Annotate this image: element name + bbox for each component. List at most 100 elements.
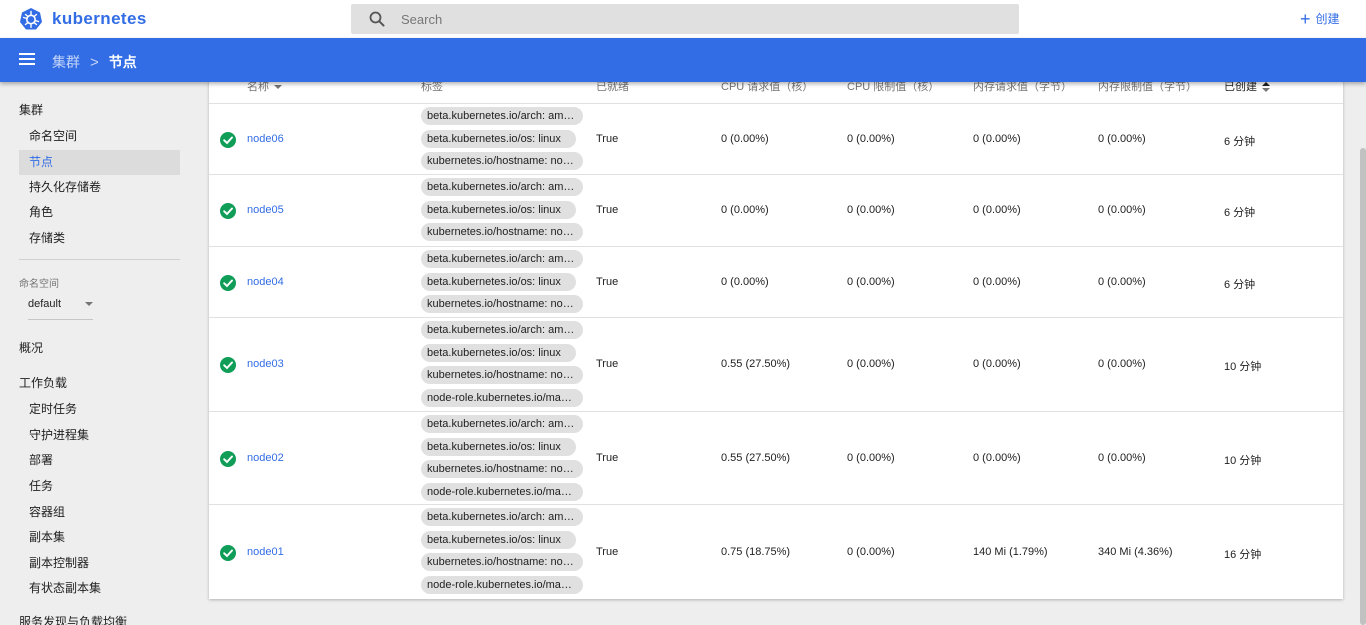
label-chip: beta.kubernetes.io/arch: amd64 xyxy=(421,178,583,196)
check-circle-icon xyxy=(220,545,236,561)
node-name-link[interactable]: node01 xyxy=(247,546,284,558)
cell-created: 10 分钟 xyxy=(1224,455,1262,467)
create-label: 创建 xyxy=(1315,12,1340,26)
cell-mem-limits: 340 Mi (4.36%) xyxy=(1098,546,1173,558)
cell-mem-limits: 0 (0.00%) xyxy=(1098,204,1146,216)
search-input[interactable] xyxy=(401,4,1001,34)
node-name-link[interactable]: node04 xyxy=(247,276,284,288)
label-chip: kubernetes.io/hostname: node02 xyxy=(421,460,583,478)
table-row: node06 beta.kubernetes.io/arch: amd64 beta… xyxy=(209,103,1343,174)
sidebar-item-jobs[interactable]: 任务 xyxy=(19,474,180,499)
cell-mem-limits: 0 (0.00%) xyxy=(1098,276,1146,288)
sidebar-divider xyxy=(19,259,180,260)
chevron-down-icon xyxy=(85,302,93,306)
node-labels: beta.kubernetes.io/arch: amd64 beta.kuber… xyxy=(421,107,583,175)
search-icon xyxy=(369,11,385,27)
cell-ready: True xyxy=(596,133,619,145)
sidebar-item-persistent-volumes[interactable]: 持久化存储卷 xyxy=(19,175,180,200)
cell-cpu-requests: 0.75 (18.75%) xyxy=(721,546,791,558)
sidebar-item-overview[interactable]: 概况 xyxy=(19,339,43,356)
sidebar-item-roles[interactable]: 角色 xyxy=(19,200,180,225)
cell-ready: True xyxy=(596,358,619,370)
namespace-select[interactable]: default xyxy=(28,298,93,320)
node-name-link[interactable]: node05 xyxy=(247,204,284,216)
cell-mem-limits: 0 (0.00%) xyxy=(1098,452,1146,464)
table-row: node01 beta.kubernetes.io/arch: amd64 beta… xyxy=(209,504,1343,599)
cell-cpu-limits: 0 (0.00%) xyxy=(847,276,895,288)
label-chip: node-role.kubernetes.io/master xyxy=(421,575,583,594)
cell-ready: True xyxy=(596,452,619,464)
create-button[interactable]: + 创建 xyxy=(1300,8,1340,29)
cell-ready: True xyxy=(596,546,619,558)
sidebar-item-daemonsets[interactable]: 守护进程集 xyxy=(19,423,180,448)
sidebar-section-discovery[interactable]: 服务发现与负载均衡 xyxy=(19,613,127,625)
sidebar-section-workloads[interactable]: 工作负载 xyxy=(19,374,67,391)
node-labels: beta.kubernetes.io/arch: amd64 beta.kuber… xyxy=(421,508,583,598)
sidebar-item-namespaces[interactable]: 命名空间 xyxy=(19,124,180,149)
breadcrumb-separator: > xyxy=(90,53,99,71)
node-labels: beta.kubernetes.io/arch: amd64 beta.kuber… xyxy=(421,321,583,411)
cell-mem-requests: 0 (0.00%) xyxy=(973,452,1021,464)
table-row: node04 beta.kubernetes.io/arch: amd64 beta… xyxy=(209,246,1343,317)
cell-mem-requests: 140 Mi (1.79%) xyxy=(973,546,1048,558)
cell-created: 16 分钟 xyxy=(1224,549,1262,561)
node-name-link[interactable]: node03 xyxy=(247,358,284,370)
check-circle-icon xyxy=(220,203,236,219)
label-chip: beta.kubernetes.io/os: linux xyxy=(421,437,576,456)
cell-cpu-limits: 0 (0.00%) xyxy=(847,358,895,370)
cell-cpu-requests: 0.55 (27.50%) xyxy=(721,452,791,464)
sidebar-item-replication-controllers[interactable]: 副本控制器 xyxy=(19,551,180,576)
sidebar-item-replicasets[interactable]: 副本集 xyxy=(19,525,180,550)
label-chip: beta.kubernetes.io/os: linux xyxy=(421,272,576,291)
label-chip: beta.kubernetes.io/os: linux xyxy=(421,200,576,219)
table-row: node05 beta.kubernetes.io/arch: amd64 beta… xyxy=(209,174,1343,246)
sort-icon xyxy=(1262,82,1270,93)
table-row: node03 beta.kubernetes.io/arch: amd64 beta… xyxy=(209,317,1343,411)
cell-cpu-limits: 0 (0.00%) xyxy=(847,452,895,464)
sidebar-item-pods[interactable]: 容器组 xyxy=(19,500,180,525)
cell-cpu-limits: 0 (0.00%) xyxy=(847,133,895,145)
label-chip: kubernetes.io/hostname: node03 xyxy=(421,366,583,384)
label-chip: node-role.kubernetes.io/master xyxy=(421,388,583,407)
kubernetes-helm-icon xyxy=(20,8,42,30)
sidebar-item-cronjobs[interactable]: 定时任务 xyxy=(19,397,180,422)
namespace-value: default xyxy=(28,298,62,310)
label-chip: kubernetes.io/hostname: node04 xyxy=(421,295,583,313)
label-chip: kubernetes.io/hostname: node01 xyxy=(421,553,583,571)
cell-mem-limits: 0 (0.00%) xyxy=(1098,358,1146,370)
plus-icon: + xyxy=(1300,8,1311,29)
node-labels: beta.kubernetes.io/arch: amd64 beta.kuber… xyxy=(421,178,583,246)
label-chip: beta.kubernetes.io/os: linux xyxy=(421,129,576,148)
namespace-label: 命名空间 xyxy=(19,279,59,290)
app-toolbar: 集群 > 节点 xyxy=(0,38,1366,82)
table-row: node02 beta.kubernetes.io/arch: amd64 beta… xyxy=(209,411,1343,504)
sidebar-item-deployments[interactable]: 部署 xyxy=(19,448,180,473)
cell-ready: True xyxy=(596,204,619,216)
sidebar-section-cluster[interactable]: 集群 xyxy=(19,101,43,118)
node-name-link[interactable]: node02 xyxy=(247,452,284,464)
breadcrumb-parent[interactable]: 集群 xyxy=(52,52,80,72)
label-chip: beta.kubernetes.io/os: linux xyxy=(421,343,576,362)
check-circle-icon xyxy=(220,132,236,148)
scrollbar[interactable] xyxy=(1360,148,1366,625)
label-chip: kubernetes.io/hostname: node05 xyxy=(421,223,583,241)
sidebar-item-statefulsets[interactable]: 有状态副本集 xyxy=(19,576,180,601)
cell-created: 6 分钟 xyxy=(1224,207,1256,219)
cell-mem-requests: 0 (0.00%) xyxy=(973,133,1021,145)
breadcrumb: 集群 > 节点 xyxy=(52,52,137,72)
header-name-label: 名称 xyxy=(247,81,269,93)
check-circle-icon xyxy=(220,357,236,373)
cell-created: 10 分钟 xyxy=(1224,361,1262,373)
cell-cpu-requests: 0 (0.00%) xyxy=(721,276,769,288)
sidebar-item-nodes[interactable]: 节点 xyxy=(19,150,180,175)
search-bar[interactable] xyxy=(351,4,1019,34)
cell-ready: True xyxy=(596,276,619,288)
label-chip: beta.kubernetes.io/arch: amd64 xyxy=(421,415,583,433)
sidebar-item-storage-classes[interactable]: 存储类 xyxy=(19,226,180,251)
app-logo[interactable]: kubernetes xyxy=(19,7,147,31)
node-labels: beta.kubernetes.io/arch: amd64 beta.kuber… xyxy=(421,250,583,318)
check-circle-icon xyxy=(220,451,236,467)
hamburger-menu-icon[interactable] xyxy=(19,53,35,67)
node-name-link[interactable]: node06 xyxy=(247,133,284,145)
cell-mem-requests: 0 (0.00%) xyxy=(973,276,1021,288)
